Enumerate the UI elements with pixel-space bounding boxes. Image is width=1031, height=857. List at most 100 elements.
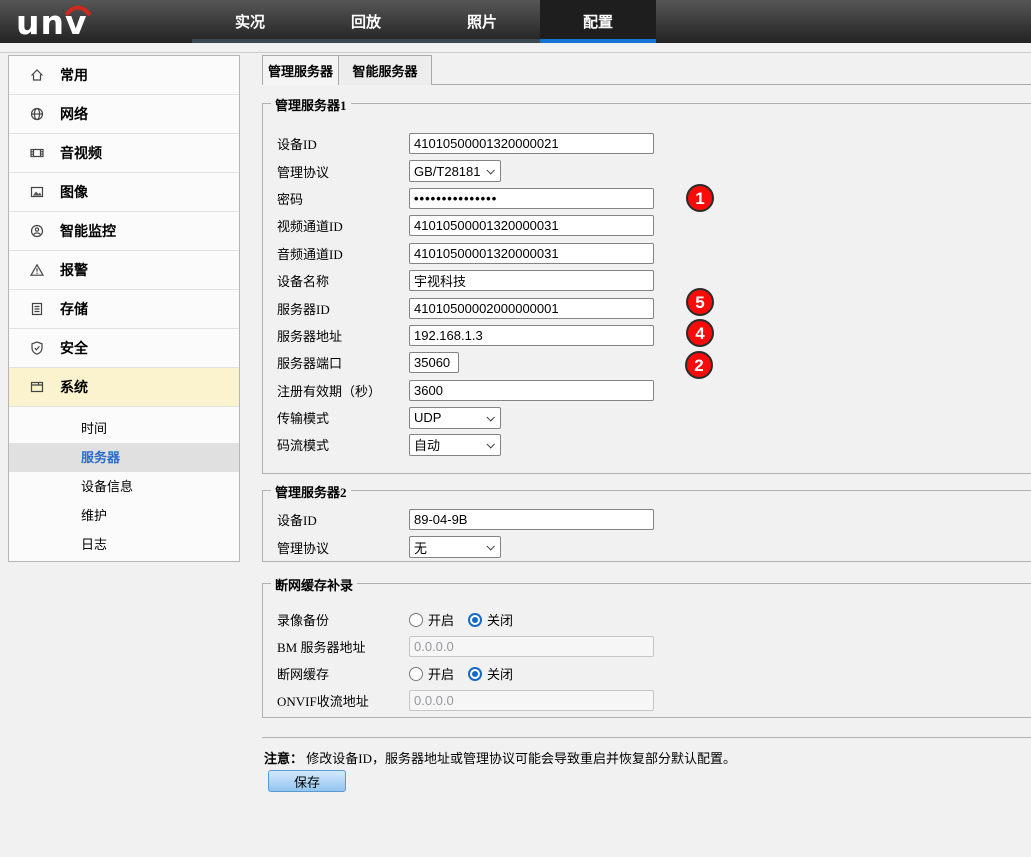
server-id-input[interactable] (409, 298, 654, 319)
onvif-address-input (409, 690, 654, 711)
sidebar-item-network[interactable]: 网络 (9, 95, 239, 134)
radio-off-icon (409, 667, 423, 681)
sidebar-item-audio-video[interactable]: 音视频 (9, 134, 239, 173)
video-channel-id-input[interactable] (409, 215, 654, 236)
selected-option: UDP (414, 410, 441, 425)
nav-tab-setup[interactable]: 配置 (540, 0, 656, 43)
submenu-item-maintenance[interactable]: 维护 (9, 501, 239, 530)
sidebar-item-storage[interactable]: 存储 (9, 290, 239, 329)
field-label: ONVIF收流地址 (263, 691, 409, 710)
password-input[interactable] (409, 188, 654, 209)
form-row-device-id: 设备ID (263, 130, 1031, 157)
group-legend: 管理服务器2 (271, 482, 351, 501)
chevron-down-icon (486, 413, 494, 421)
nav-tab-playback[interactable]: 回放 (308, 0, 424, 43)
offline-cache-on-radio[interactable]: 开启 (409, 664, 454, 683)
sidebar-item-system[interactable]: 系统 (9, 368, 239, 407)
device-name-input[interactable] (409, 270, 654, 291)
sidebar-item-common[interactable]: 常用 (9, 56, 239, 95)
radio-off-icon (409, 613, 423, 627)
sidebar-item-alarm[interactable]: 报警 (9, 251, 239, 290)
form-row-onvif-address: ONVIF收流地址 (263, 687, 1031, 714)
system-submenu: 时间 服务器 设备信息 维护 日志 (9, 407, 239, 559)
system-icon (29, 379, 45, 395)
alarm-icon (29, 262, 45, 278)
content-tab-divider (338, 84, 1031, 85)
server-address-input[interactable] (409, 325, 654, 346)
bottom-divider (262, 737, 1031, 738)
sidebar-item-image[interactable]: 图像 (9, 173, 239, 212)
transport-mode-select[interactable]: UDP (409, 407, 501, 429)
nav-tab-live[interactable]: 实况 (192, 0, 308, 43)
field-label: 服务器地址 (263, 326, 409, 345)
form-row-video-channel-id: 视频通道ID (263, 212, 1031, 239)
home-icon (29, 67, 45, 83)
storage-icon (29, 301, 45, 317)
protocol-select[interactable]: GB/T28181 (409, 160, 501, 182)
field-label: BM 服务器地址 (263, 637, 409, 656)
tab-management-server[interactable]: 管理服务器 (262, 55, 339, 85)
group-legend: 管理服务器1 (271, 95, 351, 114)
field-label: 码流模式 (263, 435, 409, 454)
sidebar-item-security[interactable]: 安全 (9, 329, 239, 368)
selected-option: GB/T28181 (414, 164, 481, 179)
field-label: 视频通道ID (263, 216, 409, 235)
annotation-badge-1: 1 (686, 184, 714, 212)
stream-mode-select[interactable]: 自动 (409, 434, 501, 456)
radio-on-icon (468, 667, 482, 681)
field-label: 设备ID (263, 510, 409, 529)
tab-smart-server[interactable]: 智能服务器 (338, 55, 432, 85)
note-text: 注意： 修改设备ID，服务器地址或管理协议可能会导致重启并恢复部分默认配置。 (264, 748, 736, 767)
record-backup-on-radio[interactable]: 开启 (409, 610, 454, 629)
annotation-badge-2: 2 (685, 351, 713, 379)
device-id-input[interactable] (409, 133, 654, 154)
register-validity-input[interactable] (409, 380, 654, 401)
field-label: 音频通道ID (263, 244, 409, 263)
record-backup-off-radio[interactable]: 关闭 (468, 610, 513, 629)
form-row-record-backup: 录像备份 开启 关闭 (263, 606, 1031, 633)
form-row-stream-mode: 码流模式 自动 (263, 431, 1031, 458)
field-label: 设备名称 (263, 271, 409, 290)
field-label: 密码 (263, 189, 409, 208)
form-row-protocol-2: 管理协议 无 (263, 533, 1031, 560)
field-label: 录像备份 (263, 610, 409, 629)
form-row-bm-server-address: BM 服务器地址 (263, 633, 1031, 660)
save-button[interactable]: 保存 (268, 770, 346, 792)
form-row-protocol: 管理协议 GB/T28181 (263, 157, 1031, 184)
sidebar-item-smart-monitoring[interactable]: 智能监控 (9, 212, 239, 251)
server-port-input[interactable] (409, 352, 459, 373)
nav-tab-photo[interactable]: 照片 (424, 0, 540, 43)
annotation-badge-5: 5 (686, 288, 714, 316)
field-label: 设备ID (263, 134, 409, 153)
submenu-item-device-info[interactable]: 设备信息 (9, 472, 239, 501)
offline-cache-radio-group: 开启 关闭 (409, 664, 513, 683)
form-row-password: 密码 (263, 185, 1031, 212)
offline-cache-off-radio[interactable]: 关闭 (468, 664, 513, 683)
field-label: 服务器端口 (263, 353, 409, 372)
form-row-server-id: 服务器ID (263, 294, 1031, 321)
audio-channel-id-input[interactable] (409, 243, 654, 264)
submenu-item-server[interactable]: 服务器 (9, 443, 239, 472)
note-body: 修改设备ID，服务器地址或管理协议可能会导致重启并恢复部分默认配置。 (306, 751, 736, 766)
protocol-2-select[interactable]: 无 (409, 536, 501, 558)
form-row-server-address: 服务器地址 (263, 322, 1031, 349)
header-divider (0, 52, 1031, 53)
form-row-transport-mode: 传输模式 UDP (263, 404, 1031, 431)
selected-option: 无 (414, 538, 427, 557)
note-label: 注意： (264, 751, 303, 766)
form-row-server-port: 服务器端口 (263, 349, 1031, 376)
management-server-2-group: 管理服务器2 设备ID 管理协议 无 (262, 490, 1031, 562)
device-id-2-input[interactable] (409, 509, 654, 530)
form-row-device-id-2: 设备ID (263, 506, 1031, 533)
field-label: 服务器ID (263, 299, 409, 318)
field-label: 注册有效期（秒） (263, 381, 409, 400)
unv-logo: unv (16, 2, 136, 43)
submenu-item-log[interactable]: 日志 (9, 530, 239, 559)
film-icon (29, 145, 45, 161)
chevron-down-icon (486, 542, 494, 550)
shield-icon (29, 340, 45, 356)
image-icon (29, 184, 45, 200)
submenu-item-time[interactable]: 时间 (9, 414, 239, 443)
field-label: 管理协议 (263, 538, 409, 557)
group-legend: 断网缓存补录 (271, 575, 357, 594)
